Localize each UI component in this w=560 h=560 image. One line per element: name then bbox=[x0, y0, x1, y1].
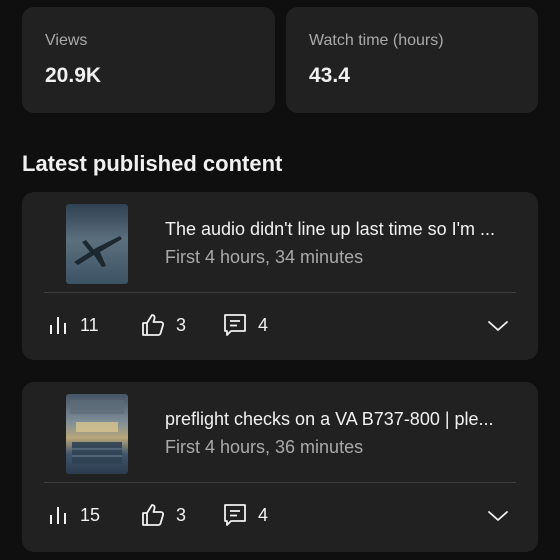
video-subtitle: First 4 hours, 34 minutes bbox=[165, 247, 364, 267]
airplane-image bbox=[74, 236, 122, 267]
video-thumbnail[interactable] bbox=[66, 204, 128, 284]
comment-icon bbox=[224, 504, 246, 526]
likes-count: 3 bbox=[176, 504, 187, 525]
divider bbox=[44, 292, 516, 293]
section-title: Latest published content bbox=[22, 151, 283, 176]
watch-time-value: 43.4 bbox=[309, 64, 350, 87]
views-count: 11 bbox=[80, 314, 99, 335]
views-value: 20.9K bbox=[45, 64, 102, 87]
video-subtitle: First 4 hours, 36 minutes bbox=[165, 437, 364, 457]
bar-chart-icon bbox=[50, 507, 66, 524]
bar-chart-icon bbox=[50, 317, 66, 334]
thumbs-up-icon bbox=[142, 314, 165, 336]
video-title: preflight checks on a VA B737-800 | ple.… bbox=[165, 409, 494, 429]
watch-time-card[interactable]: Watch time (hours) 43.4 bbox=[286, 7, 538, 113]
views-label: Views bbox=[45, 32, 88, 49]
divider bbox=[44, 482, 516, 483]
video-card[interactable]: The audio didn't line up last time so I'… bbox=[22, 192, 538, 360]
likes-count: 3 bbox=[176, 314, 187, 335]
views-card[interactable]: Views 20.9K bbox=[22, 7, 275, 113]
chevron-down-icon[interactable] bbox=[486, 504, 510, 528]
video-title: The audio didn't line up last time so I'… bbox=[165, 219, 496, 239]
cockpit-image bbox=[70, 400, 124, 464]
chevron-down-icon[interactable] bbox=[486, 314, 510, 338]
views-metric: 15 bbox=[48, 502, 100, 528]
comments-count: 4 bbox=[258, 504, 269, 525]
thumbs-up-icon bbox=[142, 504, 165, 526]
video-card[interactable]: preflight checks on a VA B737-800 | ple.… bbox=[22, 382, 538, 552]
likes-metric: 3 bbox=[140, 312, 186, 338]
watch-time-label: Watch time (hours) bbox=[309, 32, 444, 49]
video-thumbnail[interactable] bbox=[66, 394, 128, 474]
comment-icon bbox=[224, 314, 246, 336]
comments-metric: 4 bbox=[222, 312, 268, 338]
views-count: 15 bbox=[80, 504, 101, 525]
comments-metric: 4 bbox=[222, 502, 268, 528]
comments-count: 4 bbox=[258, 314, 269, 335]
likes-metric: 3 bbox=[140, 502, 186, 528]
stats-row: Views 20.9K Watch time (hours) 43.4 bbox=[22, 7, 538, 113]
views-metric: 11 bbox=[48, 312, 99, 338]
